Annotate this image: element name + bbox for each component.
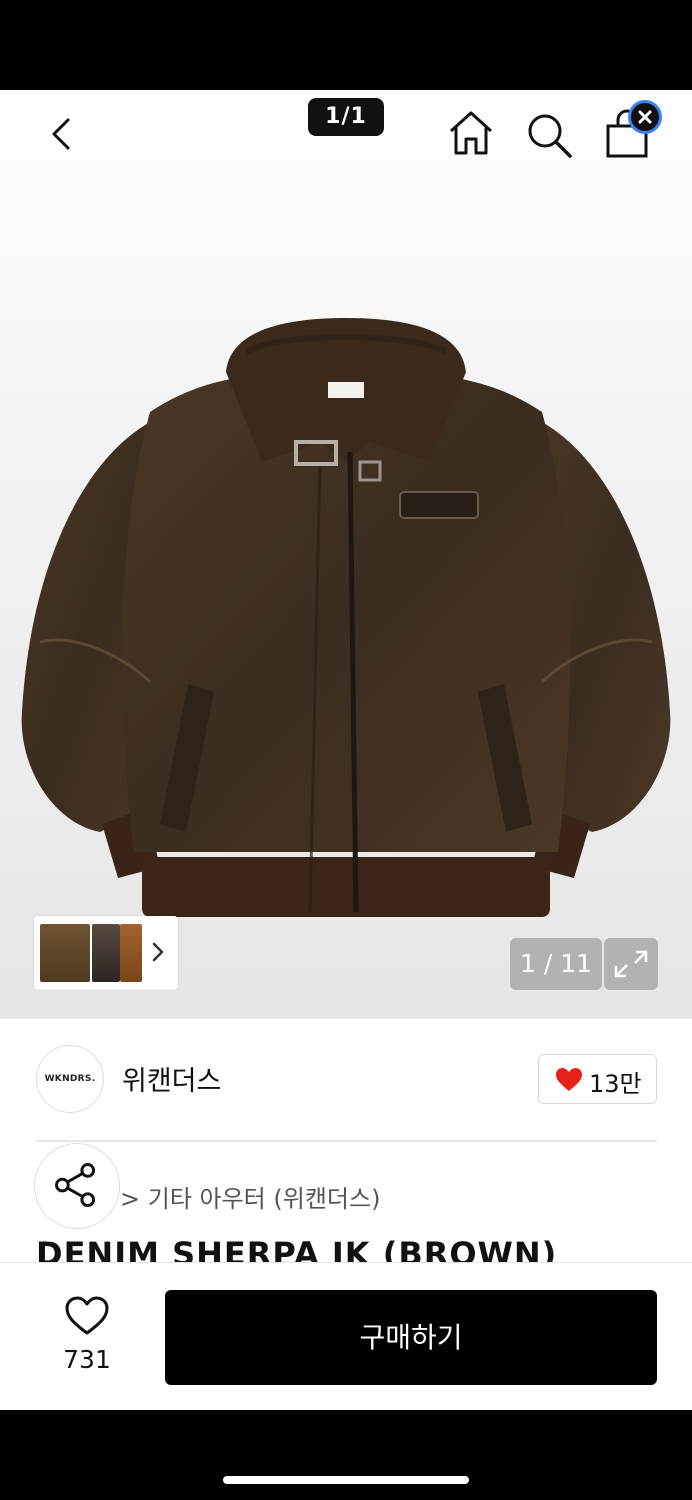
heart-outline-icon[interactable]	[64, 1295, 110, 1337]
home-indicator[interactable]	[223, 1476, 469, 1484]
status-bar	[0, 0, 692, 90]
buy-button[interactable]: 구매하기	[165, 1290, 657, 1385]
expand-icon[interactable]	[604, 938, 658, 990]
brand-logo[interactable]: WKNDRS.	[36, 1045, 104, 1113]
thumbnail-strip[interactable]	[34, 916, 178, 990]
category-breadcrumb[interactable]: > 기타 아우터 (위캔더스)	[120, 1179, 380, 1214]
image-counter: 1 / 11	[510, 938, 602, 990]
brand-like-count: 13만	[589, 1070, 642, 1098]
product-image-gallery[interactable]: 1/1 1 / 11	[0, 90, 692, 1019]
home-icon[interactable]	[446, 108, 496, 158]
thumbnail-tan-jacket[interactable]	[120, 924, 142, 982]
close-icon[interactable]	[628, 100, 662, 134]
thumbnail-dark-jacket[interactable]	[92, 924, 120, 982]
share-icon[interactable]	[34, 1143, 120, 1229]
heart-filled-icon	[556, 1068, 582, 1091]
chevron-right-icon[interactable]	[146, 934, 170, 970]
product-info: WKNDRS. 위캔더스 13만 > 기타 아우터 (위캔더스) DENIM S…	[0, 1019, 692, 1262]
brand-like-button[interactable]: 13만	[538, 1054, 657, 1104]
search-icon[interactable]	[524, 110, 574, 160]
home-indicator-area	[0, 1410, 692, 1500]
page-indicator: 1/1	[308, 98, 384, 136]
divider	[36, 1140, 657, 1142]
product-title: DENIM SHERPA JK (BROWN)	[36, 1235, 558, 1262]
wishlist-count: 731	[63, 1345, 111, 1374]
product-image	[21, 318, 671, 917]
bottom-action-bar: 731 구매하기	[0, 1262, 692, 1410]
back-icon[interactable]	[40, 112, 84, 156]
brand-name[interactable]: 위캔더스	[122, 1059, 221, 1098]
thumbnail-brown-jacket[interactable]	[40, 924, 90, 982]
